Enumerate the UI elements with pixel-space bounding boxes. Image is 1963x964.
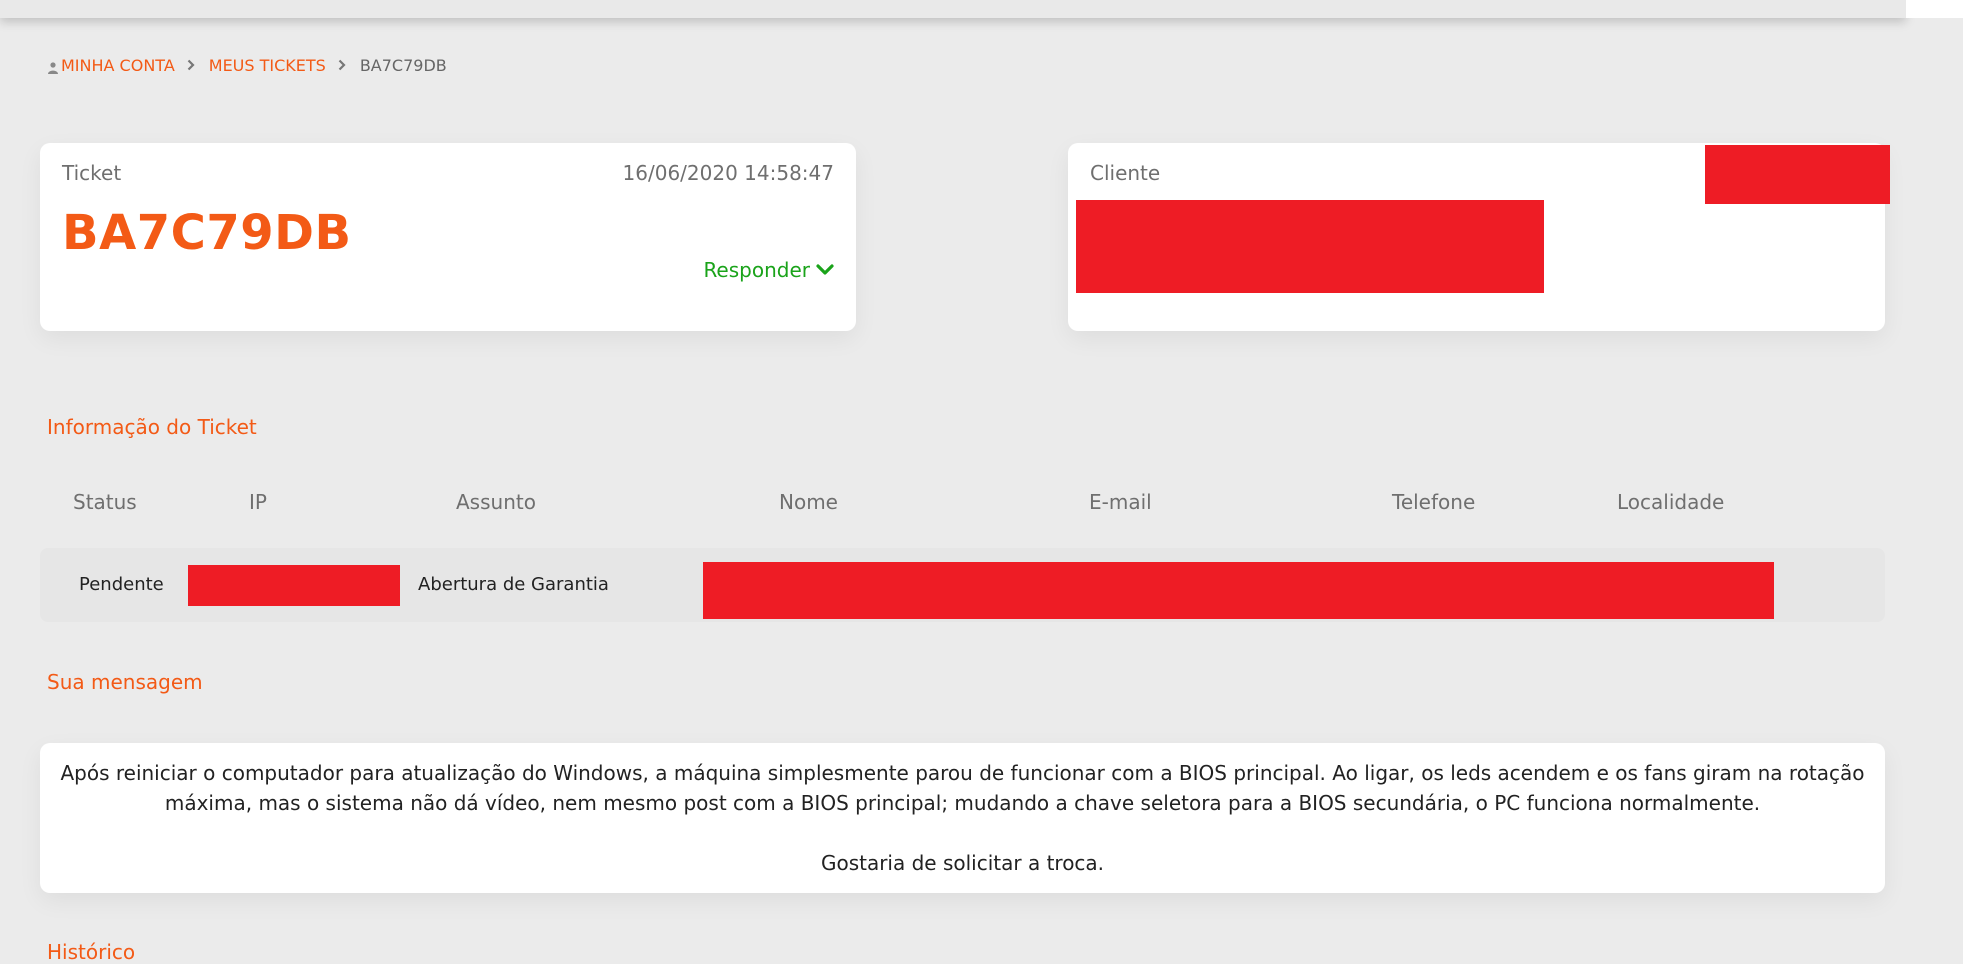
top-bar (0, 0, 1906, 18)
header-name: Nome (779, 490, 838, 514)
ticket-info-title: Informação do Ticket (47, 415, 257, 439)
chevron-right-icon (187, 59, 195, 71)
client-label: Cliente (1090, 161, 1161, 185)
ticket-date: 16/06/2020 14:58:47 (622, 161, 834, 185)
breadcrumb: MINHA CONTA MEUS TICKETS BA7C79DB (48, 53, 447, 77)
message-title: Sua mensagem (47, 670, 203, 694)
ip-redaction (188, 565, 400, 606)
message-card: Após reiniciar o computador para atualiz… (40, 743, 1885, 893)
reply-button[interactable]: Responder (703, 258, 834, 282)
breadcrumb-my-account-link[interactable]: MINHA CONTA (61, 56, 175, 75)
ticket-card: Ticket 16/06/2020 14:58:47 BA7C79DB Resp… (40, 143, 856, 331)
header-ip: IP (249, 490, 267, 514)
header-phone: Telefone (1392, 490, 1476, 514)
ticket-label: Ticket (62, 161, 122, 185)
history-title: Histórico (47, 940, 136, 964)
header-status: Status (73, 490, 137, 514)
user-icon (48, 59, 58, 74)
message-body: Após reiniciar o computador para atualiz… (54, 758, 1871, 878)
reply-label: Responder (703, 258, 810, 282)
header-location: Localidade (1617, 490, 1725, 514)
subject-value: Abertura de Garantia (418, 574, 609, 595)
client-name-redaction (1076, 200, 1544, 293)
status-value: Pendente (79, 574, 164, 595)
contact-details-redaction (703, 562, 1774, 619)
message-paragraph: Após reiniciar o computador para atualiz… (60, 761, 1865, 815)
header-email: E-mail (1089, 490, 1152, 514)
chevron-right-icon (338, 59, 346, 71)
ticket-info-header: Status IP Assunto Nome E-mail Telefone L… (0, 490, 1963, 518)
breadcrumb-my-tickets-link[interactable]: MEUS TICKETS (209, 56, 326, 75)
message-paragraph: Gostaria de solicitar a troca. (820, 851, 1105, 875)
header-subject: Assunto (456, 490, 536, 514)
breadcrumb-current: BA7C79DB (359, 55, 447, 75)
ticket-code: BA7C79DB (62, 205, 352, 261)
chevron-down-icon (816, 264, 834, 275)
top-bar-right (1906, 0, 1963, 18)
client-redaction-top (1705, 145, 1890, 204)
